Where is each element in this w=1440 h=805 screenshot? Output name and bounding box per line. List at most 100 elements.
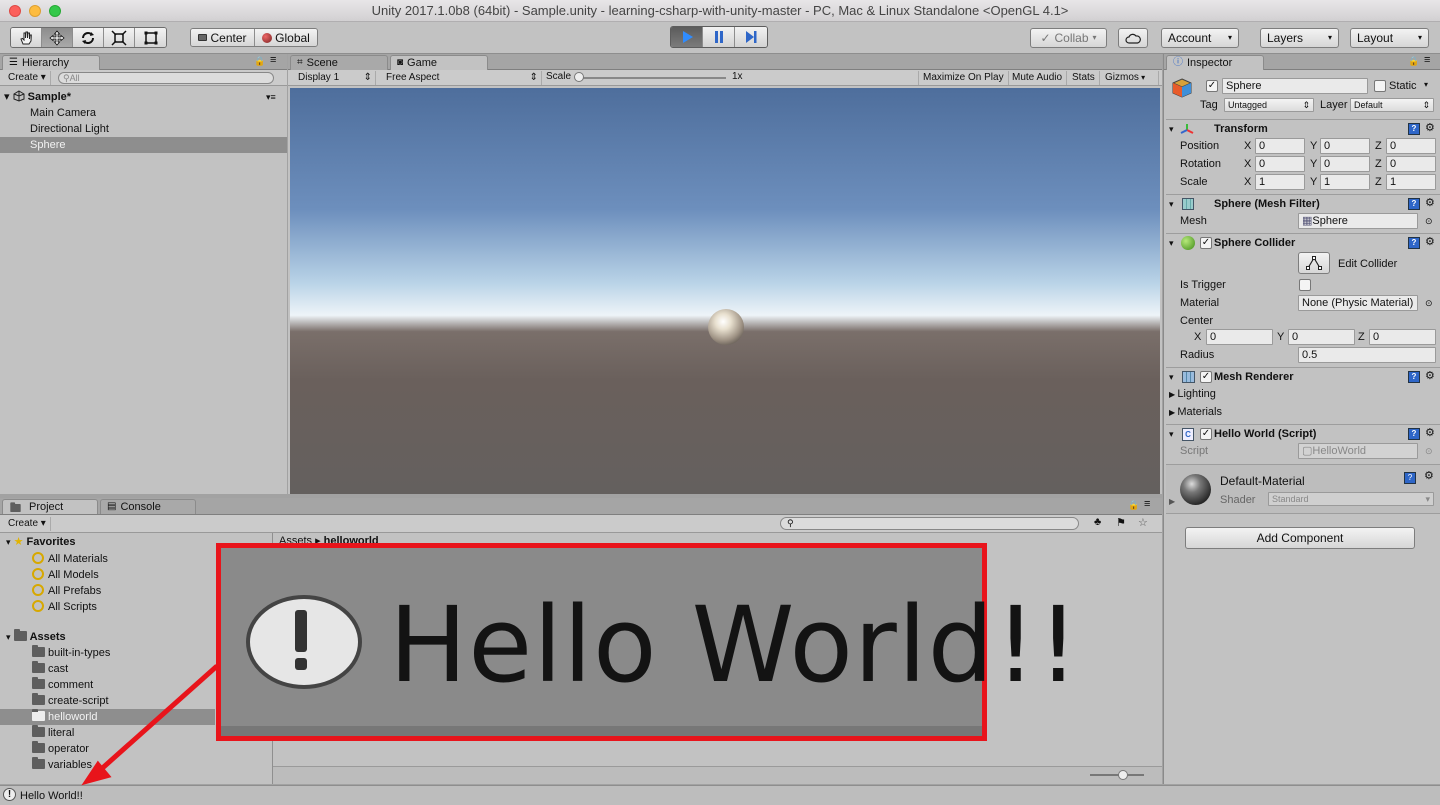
tab-hierarchy[interactable]: ☰ Hierarchy	[2, 55, 100, 70]
physic-material-field[interactable]: None (Physic Material)	[1298, 295, 1418, 311]
collab-dropdown[interactable]: ✓ Collab ▾	[1030, 28, 1107, 48]
asset-folder-item[interactable]: cast	[32, 661, 68, 677]
lighting-foldout[interactable]: ▶ Lighting	[1169, 386, 1216, 402]
project-create-dropdown[interactable]: Create ▾	[4, 517, 51, 531]
center-z-input[interactable]: 0	[1369, 329, 1436, 345]
center-y-input[interactable]: 0	[1288, 329, 1355, 345]
status-bar[interactable]	[0, 785, 1440, 805]
scene-row[interactable]: ▾ Sample* ▾≡	[0, 89, 287, 105]
filter-by-label-icon[interactable]: ⚑	[1116, 516, 1126, 529]
panel-menu-icon[interactable]: ≡	[270, 54, 276, 66]
favorite-item[interactable]: All Scripts	[32, 598, 97, 614]
help-book-icon[interactable]: ?	[1408, 198, 1420, 210]
favorite-item[interactable]: All Prefabs	[32, 582, 101, 598]
icon-size-slider-track[interactable]	[1090, 774, 1144, 776]
rotation-z-input[interactable]: 0	[1386, 156, 1436, 172]
help-book-icon[interactable]: ?	[1408, 123, 1420, 135]
tab-project[interactable]: Project	[2, 499, 98, 514]
hierarchy-item[interactable]: Directional Light	[0, 121, 287, 137]
hierarchy-search-input[interactable]: ⚲All	[58, 72, 274, 84]
mesh-filter-component-header[interactable]: ▾ Sphere (Mesh Filter) ? ⚙	[1166, 194, 1440, 214]
panel-menu-icon[interactable]: ≡	[1424, 54, 1430, 66]
hand-tool-button[interactable]	[11, 28, 42, 47]
gear-icon[interactable]: ⚙	[1425, 424, 1435, 442]
asset-folder-item[interactable]: variables	[32, 757, 92, 773]
tag-dropdown[interactable]: Untagged ⇕	[1224, 98, 1314, 112]
active-checkbox[interactable]: ✓	[1206, 80, 1218, 92]
asset-folder-item[interactable]: built-in-types	[32, 645, 110, 661]
icon-size-slider-thumb[interactable]	[1118, 770, 1128, 780]
favorite-item[interactable]: All Models	[32, 566, 99, 582]
hierarchy-item-selected[interactable]: Sphere	[0, 137, 287, 153]
tab-inspector[interactable]: ⓘ Inspector	[1166, 55, 1264, 70]
help-book-icon[interactable]: ?	[1408, 428, 1420, 440]
minimize-window-button[interactable]	[29, 5, 41, 17]
gear-icon[interactable]: ⚙	[1424, 468, 1434, 484]
script-enabled-checkbox[interactable]: ✓	[1200, 428, 1212, 440]
stats-toggle[interactable]: Stats	[1068, 71, 1100, 85]
scale-y-input[interactable]: 1	[1320, 174, 1370, 190]
maximize-on-play-toggle[interactable]: Maximize On Play	[918, 71, 1009, 85]
lock-icon[interactable]: 🔒	[1408, 56, 1419, 67]
help-book-icon[interactable]: ?	[1404, 472, 1416, 484]
position-z-input[interactable]: 0	[1386, 138, 1436, 154]
gear-icon[interactable]: ⚙	[1425, 119, 1435, 137]
hierarchy-item[interactable]: Main Camera	[0, 105, 287, 121]
script-component-header[interactable]: ▾ C ✓ Hello World (Script) ? ⚙	[1166, 424, 1440, 444]
collapsed-arrow-icon[interactable]: ▶	[1169, 494, 1175, 510]
account-dropdown[interactable]: Account ▾	[1161, 28, 1239, 48]
layout-dropdown[interactable]: Layout ▾	[1350, 28, 1429, 48]
scale-slider-thumb[interactable]	[574, 72, 584, 82]
aspect-dropdown[interactable]: Free Aspect ⇕	[382, 71, 542, 85]
gear-icon[interactable]: ⚙	[1425, 194, 1435, 212]
scale-tool-button[interactable]	[104, 28, 135, 47]
rotation-y-input[interactable]: 0	[1320, 156, 1370, 172]
scale-x-input[interactable]: 1	[1255, 174, 1305, 190]
object-name-input[interactable]: Sphere	[1222, 78, 1368, 94]
object-picker-icon[interactable]: ⊙	[1425, 213, 1433, 229]
radius-input[interactable]: 0.5	[1298, 347, 1436, 363]
edit-collider-button[interactable]	[1298, 252, 1330, 274]
object-picker-icon[interactable]: ⊙	[1425, 295, 1433, 311]
center-x-input[interactable]: 0	[1206, 329, 1273, 345]
help-book-icon[interactable]: ?	[1408, 371, 1420, 383]
mesh-renderer-component-header[interactable]: ▾ ✓ Mesh Renderer ? ⚙	[1166, 367, 1440, 387]
move-tool-button[interactable]	[42, 28, 73, 47]
space-global-button[interactable]: Global	[255, 29, 317, 46]
lock-icon[interactable]: 🔒	[1128, 500, 1139, 511]
gear-icon[interactable]: ⚙	[1425, 233, 1435, 251]
static-checkbox[interactable]	[1374, 80, 1386, 92]
asset-folder-item[interactable]: create-script	[32, 693, 109, 709]
rotation-x-input[interactable]: 0	[1255, 156, 1305, 172]
is-trigger-checkbox[interactable]	[1299, 279, 1311, 291]
scale-z-input[interactable]: 1	[1386, 174, 1436, 190]
maximize-window-button[interactable]	[49, 5, 61, 17]
tab-game[interactable]: ◙ Game	[390, 55, 488, 70]
assets-foldout[interactable]: ▾ Assets	[6, 629, 66, 645]
tab-scene[interactable]: ⌗ Scene	[290, 55, 388, 70]
help-book-icon[interactable]: ?	[1408, 237, 1420, 249]
favorite-star-icon[interactable]: ☆	[1138, 516, 1148, 529]
favorites-foldout[interactable]: ▾ ★ Favorites	[6, 534, 75, 550]
layers-dropdown[interactable]: Layers ▾	[1260, 28, 1339, 48]
asset-folder-item-selected[interactable]: helloworld	[0, 709, 215, 725]
transform-component-header[interactable]: ▾ Transform ? ⚙	[1166, 119, 1440, 139]
play-button[interactable]	[671, 27, 703, 47]
panel-menu-icon[interactable]: ≡	[1144, 498, 1150, 510]
close-window-button[interactable]	[9, 5, 21, 17]
lock-icon[interactable]: 🔒	[254, 56, 265, 67]
hierarchy-create-dropdown[interactable]: Create ▾	[4, 71, 51, 85]
asset-folder-item[interactable]: operator	[32, 741, 89, 757]
mesh-field[interactable]: ▦Sphere	[1298, 213, 1418, 229]
sphere-collider-component-header[interactable]: ▾ ✓ Sphere Collider ? ⚙	[1166, 233, 1440, 253]
scale-slider-track[interactable]	[576, 77, 726, 79]
add-component-button[interactable]: Add Component	[1185, 527, 1415, 549]
gizmos-dropdown[interactable]: Gizmos ▾	[1101, 71, 1159, 85]
mute-audio-toggle[interactable]: Mute Audio	[1008, 71, 1068, 85]
asset-folder-item[interactable]: literal	[32, 725, 74, 741]
position-x-input[interactable]: 0	[1255, 138, 1305, 154]
pivot-center-button[interactable]: Center	[191, 29, 255, 46]
game-viewport[interactable]	[290, 88, 1160, 494]
layer-dropdown[interactable]: Default ⇕	[1350, 98, 1434, 112]
cloud-button[interactable]	[1118, 28, 1148, 48]
